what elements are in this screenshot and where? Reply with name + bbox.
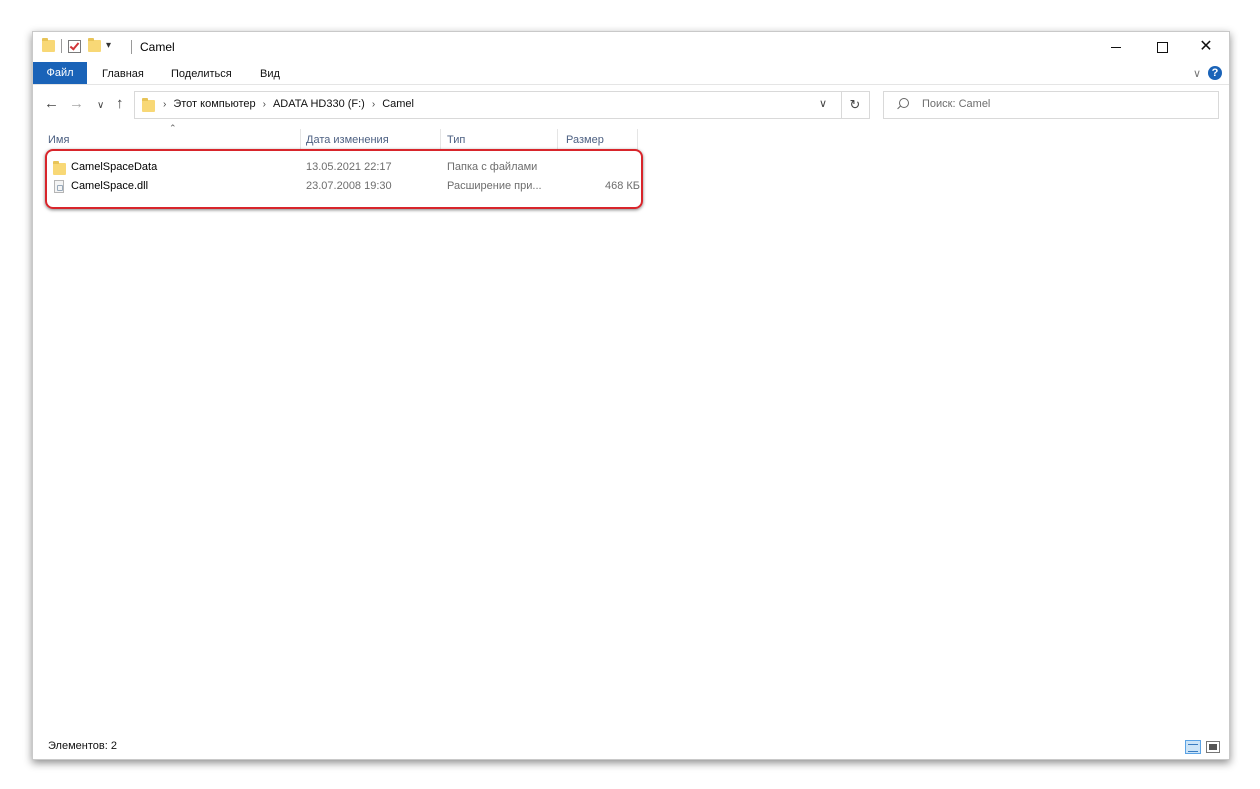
minimize-button[interactable] [1093,32,1139,62]
properties-icon[interactable] [68,39,81,53]
column-headers: ⌃ Имя Дата изменения Тип Размер [33,123,1229,151]
new-folder-icon[interactable] [88,38,101,52]
chevron-right-icon[interactable]: › [263,99,266,110]
breadcrumb-drive[interactable]: ADATA HD330 (F:) [273,98,365,110]
column-divider[interactable] [557,129,558,151]
up-button[interactable]: ↑ [116,96,124,112]
tab-home[interactable]: Главная [102,65,144,84]
window-title: Camel [140,40,175,54]
column-divider[interactable] [440,129,441,151]
explorer-window: ▾ Camel ✕ Файл Главная Поделиться Вид ∨ … [32,31,1230,760]
location-folder-icon [142,98,155,112]
recent-locations-button[interactable]: ∨ [97,98,104,114]
status-item-count: Элементов: 2 [48,740,117,752]
chevron-right-icon[interactable]: › [372,99,375,110]
expand-ribbon-icon[interactable]: ∨ [1193,67,1201,80]
quick-access-toolbar: ▾ [42,38,111,53]
refresh-button[interactable]: ↻ [841,91,870,119]
forward-button[interactable]: → [69,96,84,112]
chevron-right-icon[interactable]: › [163,99,166,110]
tab-file[interactable]: Файл [33,62,87,84]
customize-quick-access-icon[interactable]: ▾ [106,41,111,51]
help-icon[interactable]: ? [1208,66,1222,80]
details-view-button[interactable] [1185,740,1201,754]
address-bar[interactable]: › Этот компьютер › ADATA HD330 (F:) › Ca… [134,91,842,119]
address-history-button[interactable]: ∨ [819,97,827,110]
close-button[interactable]: ✕ [1183,32,1229,62]
close-icon: ✕ [1199,38,1213,55]
sort-ascending-icon: ⌃ [169,123,177,133]
search-input[interactable] [922,96,1202,112]
column-divider[interactable] [300,129,301,151]
tab-view[interactable]: Вид [260,65,280,84]
qa-divider [61,39,62,53]
ribbon: Файл Главная Поделиться Вид ∨ ? [33,62,1229,85]
title-divider [131,40,132,54]
navigation-bar: ← → ∨ ↑ › Этот компьютер › ADATA HD330 (… [33,89,1229,121]
back-button[interactable]: ← [44,96,59,112]
minimize-icon [1111,46,1121,48]
breadcrumb: › Этот компьютер › ADATA HD330 (F:) › Ca… [163,98,414,110]
search-box[interactable] [883,91,1219,119]
maximize-button[interactable] [1139,32,1185,62]
column-divider[interactable] [637,129,638,151]
tab-share[interactable]: Поделиться [171,65,232,84]
breadcrumb-this-pc[interactable]: Этот компьютер [173,98,255,110]
title-bar: ▾ Camel ✕ [33,32,1229,62]
breadcrumb-camel[interactable]: Camel [382,98,414,110]
maximize-icon [1156,41,1168,53]
highlight-annotation [45,149,643,209]
large-icons-view-button[interactable] [1206,741,1220,753]
search-icon [899,98,909,108]
folder-icon [42,38,55,52]
